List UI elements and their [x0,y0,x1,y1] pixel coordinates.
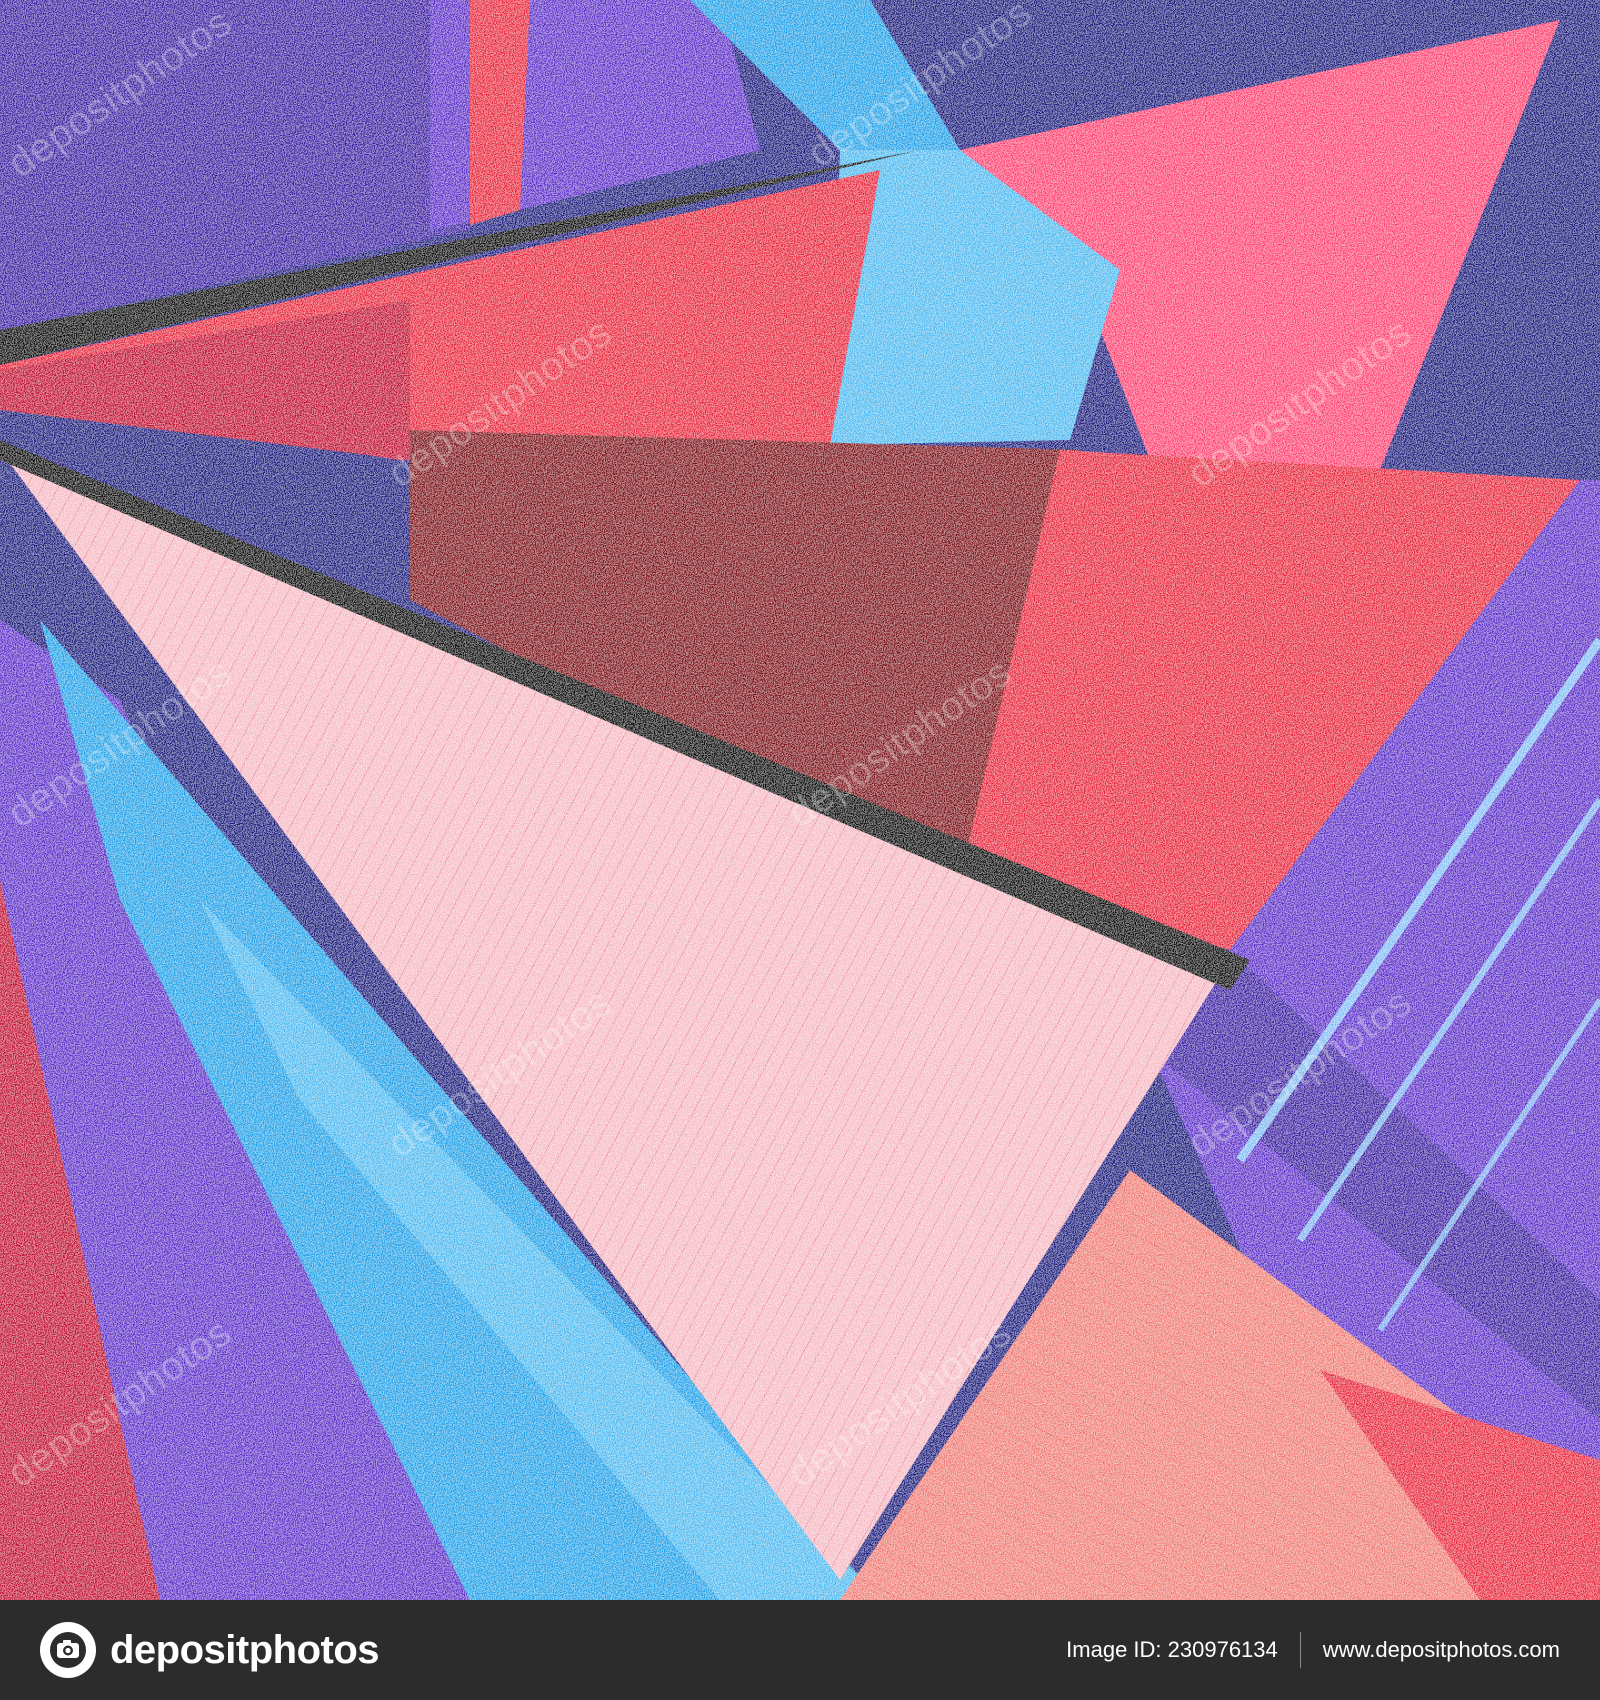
brand-link[interactable]: depositphotos [40,1622,380,1678]
speckle-overlay [0,0,1600,1600]
abstract-artwork [0,0,1600,1600]
image-id: Image ID: 230976134 [1066,1637,1278,1662]
artwork-canvas [0,0,1600,1600]
footer-info: Image ID: 230976134 www.depositphotos.co… [1066,1632,1560,1668]
camera-icon [40,1622,96,1678]
footer-bar: depositphotos Image ID: 230976134 www.de… [0,1600,1600,1700]
site-url-link[interactable]: www.depositphotos.com [1301,1637,1560,1663]
brand-name: depositphotos [110,1627,380,1672]
